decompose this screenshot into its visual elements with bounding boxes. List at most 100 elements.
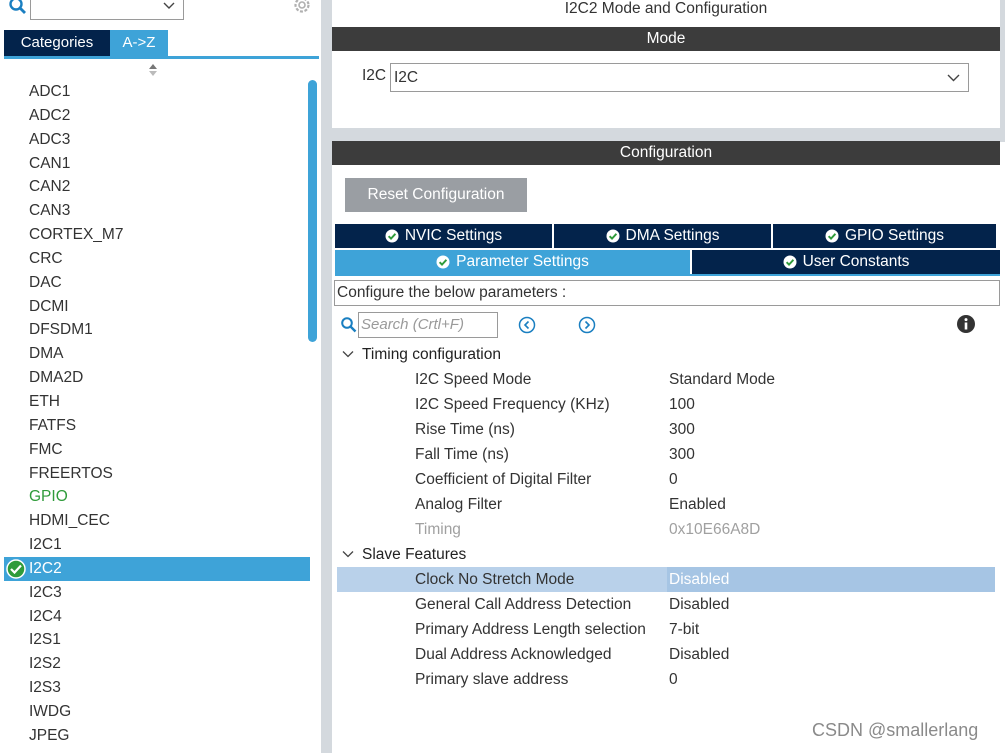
parameter-name: Rise Time (ns) xyxy=(415,421,515,438)
parameter-name: Clock No Stretch Mode xyxy=(415,571,575,588)
peripheral-item[interactable]: GPIO xyxy=(0,485,310,509)
parameter-value[interactable]: 300 xyxy=(669,417,695,442)
peripheral-label: HDMI_CEC xyxy=(29,512,110,530)
parameter-name: I2C Speed Mode xyxy=(415,371,532,388)
config-description: Configure the below parameters : xyxy=(334,280,1000,306)
search-icon[interactable] xyxy=(340,316,358,334)
tab-categories[interactable]: Categories xyxy=(4,30,110,56)
check-circle-icon xyxy=(825,229,839,243)
tab-underline xyxy=(335,274,1000,276)
parameter-search-input[interactable]: Search (Crtl+F) xyxy=(358,312,498,338)
parameter-group[interactable]: Slave Features xyxy=(340,542,466,567)
parameter-row[interactable]: Timing 0x10E66A8D xyxy=(337,517,995,542)
parameter-value[interactable]: Standard Mode xyxy=(669,367,775,392)
peripheral-item[interactable]: I2S3 xyxy=(0,676,310,700)
peripheral-label: I2C2 xyxy=(29,559,62,577)
parameter-row[interactable]: Fall Time (ns) 300 xyxy=(337,442,995,467)
peripheral-item[interactable]: DFSDM1 xyxy=(0,318,310,342)
peripheral-item[interactable]: IWDG xyxy=(0,700,310,724)
peripheral-item[interactable]: ADC2 xyxy=(0,104,310,128)
peripheral-item[interactable]: ADC1 xyxy=(0,80,310,104)
peripheral-label: ADC1 xyxy=(29,83,71,100)
list-scrollbar[interactable] xyxy=(308,80,317,342)
splitter[interactable] xyxy=(321,0,332,753)
sort-tabs: Categories A->Z xyxy=(4,30,168,56)
peripheral-label: DAC xyxy=(29,273,62,291)
tab-a-z[interactable]: A->Z xyxy=(110,30,168,56)
chevron-down-icon[interactable] xyxy=(342,550,354,559)
parameter-value[interactable]: 0 xyxy=(669,467,678,492)
parameter-value[interactable]: Disabled xyxy=(667,567,995,592)
peripheral-item[interactable]: I2C3 xyxy=(0,581,310,605)
parameter-row[interactable]: Analog Filter Enabled xyxy=(337,492,995,517)
page-title: I2C2 Mode and Configuration xyxy=(564,0,768,17)
peripheral-item[interactable]: DMA2D xyxy=(0,366,310,390)
tab-parameter-settings[interactable]: Parameter Settings xyxy=(335,250,690,274)
parameter-value[interactable]: Disabled xyxy=(669,642,729,667)
tab-user-constants[interactable]: User Constants xyxy=(692,250,1000,274)
parameter-value[interactable]: 300 xyxy=(669,442,695,467)
watermark: CSDN @smallerlang xyxy=(812,720,979,740)
peripheral-item[interactable]: ETH xyxy=(0,390,310,414)
peripheral-item[interactable]: CAN2 xyxy=(0,175,310,199)
tab-underline xyxy=(4,56,319,59)
chevron-down-icon[interactable] xyxy=(163,1,175,11)
parameter-row[interactable]: General Call Address Detection Disabled xyxy=(337,592,995,617)
peripheral-item[interactable]: FATFS xyxy=(0,414,310,438)
parameter-value[interactable]: 7-bit xyxy=(669,617,699,642)
chevron-down-icon[interactable] xyxy=(947,73,960,83)
peripheral-item[interactable]: CAN1 xyxy=(0,152,310,176)
parameter-row[interactable]: Primary slave address 0 xyxy=(337,667,995,692)
tab-gpio-settings[interactable]: GPIO Settings xyxy=(773,224,996,248)
peripheral-item[interactable]: DCMI xyxy=(0,295,310,319)
peripheral-item[interactable]: I2C4 xyxy=(0,605,310,629)
peripheral-item[interactable]: CORTEX_M7 xyxy=(0,223,310,247)
peripheral-label: DCMI xyxy=(29,297,69,315)
peripheral-item[interactable]: I2C2 xyxy=(4,556,310,581)
peripheral-item[interactable]: ADC3 xyxy=(0,128,310,152)
peripheral-label: FMC xyxy=(29,440,63,458)
peripheral-item[interactable]: I2S2 xyxy=(0,652,310,676)
peripheral-item[interactable]: CRC xyxy=(0,247,310,271)
peripheral-item[interactable]: FREERTOS xyxy=(0,462,310,486)
peripheral-item[interactable]: DMA xyxy=(0,342,310,366)
check-circle-icon xyxy=(6,559,26,579)
parameter-row[interactable]: Clock No Stretch Mode Disabled xyxy=(337,567,995,592)
peripheral-panel: Categories A->Z ADC1 ADC2 ADC3 CAN1 CAN2 CAN3… xyxy=(0,0,321,753)
peripheral-item[interactable]: DAC xyxy=(0,271,310,295)
parameter-row[interactable]: Rise Time (ns) 300 xyxy=(337,417,995,442)
tab-nvic-settings[interactable]: NVIC Settings xyxy=(335,224,552,248)
mode-label: I2C xyxy=(362,67,387,84)
peripheral-search-combo[interactable] xyxy=(30,0,184,20)
tab-dma-settings[interactable]: DMA Settings xyxy=(554,224,771,248)
parameter-row[interactable]: I2C Speed Frequency (KHz) 100 xyxy=(337,392,995,417)
parameter-value[interactable]: 0 xyxy=(669,667,678,692)
parameter-value[interactable]: Disabled xyxy=(669,592,729,617)
parameter-value[interactable]: 100 xyxy=(669,392,695,417)
peripheral-item[interactable]: I2C1 xyxy=(0,533,310,557)
peripheral-item[interactable]: JPEG xyxy=(0,724,310,748)
parameter-row[interactable]: Dual Address Acknowledged Disabled xyxy=(337,642,995,667)
search-icon[interactable] xyxy=(8,0,28,16)
peripheral-item[interactable]: CAN3 xyxy=(0,199,310,223)
chevron-down-icon[interactable] xyxy=(342,350,354,359)
next-match-icon[interactable] xyxy=(578,316,596,334)
previous-match-icon[interactable] xyxy=(518,316,536,334)
mode-select[interactable]: I2C xyxy=(390,63,969,92)
reset-configuration-button[interactable]: Reset Configuration xyxy=(345,178,527,212)
sort-arrow-icon[interactable] xyxy=(147,63,159,77)
parameter-value[interactable]: Enabled xyxy=(669,492,726,517)
check-circle-icon xyxy=(783,255,797,269)
parameter-row[interactable]: Coefficient of Digital Filter 0 xyxy=(337,467,995,492)
parameter-group[interactable]: Timing configuration xyxy=(340,342,501,367)
parameter-value[interactable]: 0x10E66A8D xyxy=(669,517,760,542)
peripheral-label: I2S1 xyxy=(29,631,61,649)
gear-icon[interactable] xyxy=(291,0,313,16)
peripheral-item[interactable]: I2S1 xyxy=(0,628,310,652)
peripheral-item[interactable]: FMC xyxy=(0,438,310,462)
parameter-row[interactable]: I2C Speed Mode Standard Mode xyxy=(337,367,995,392)
group-label: Slave Features xyxy=(362,546,467,563)
parameter-row[interactable]: Primary Address Length selection 7-bit xyxy=(337,617,995,642)
peripheral-item[interactable]: HDMI_CEC xyxy=(0,509,310,533)
info-icon[interactable] xyxy=(956,314,976,334)
